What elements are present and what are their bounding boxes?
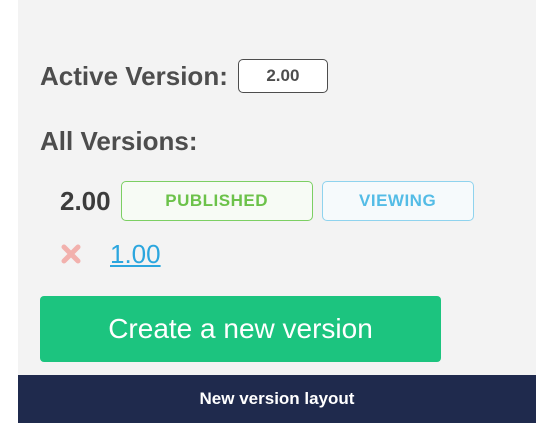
viewing-tag: VIEWING	[321, 181, 474, 221]
all-versions-label: All Versions:	[40, 126, 198, 156]
delete-version-icon[interactable]	[60, 243, 82, 265]
version-number: 2.00	[60, 185, 111, 216]
version-link[interactable]: 1.00	[110, 239, 161, 270]
active-version-badge: 2.00	[237, 59, 328, 93]
published-tag: PUBLISHED	[120, 181, 313, 221]
caption-bar: New version layout	[18, 375, 536, 423]
caption-text: New version layout	[199, 389, 355, 408]
version-row-old: 1.00	[60, 234, 161, 274]
active-version-row: Active Version: 2.00	[40, 50, 328, 102]
version-row-current: 2.00 PUBLISHED VIEWING	[60, 181, 474, 221]
x-icon	[61, 244, 81, 264]
create-version-button[interactable]: Create a new version	[40, 296, 441, 362]
active-version-label: Active Version:	[40, 60, 228, 91]
